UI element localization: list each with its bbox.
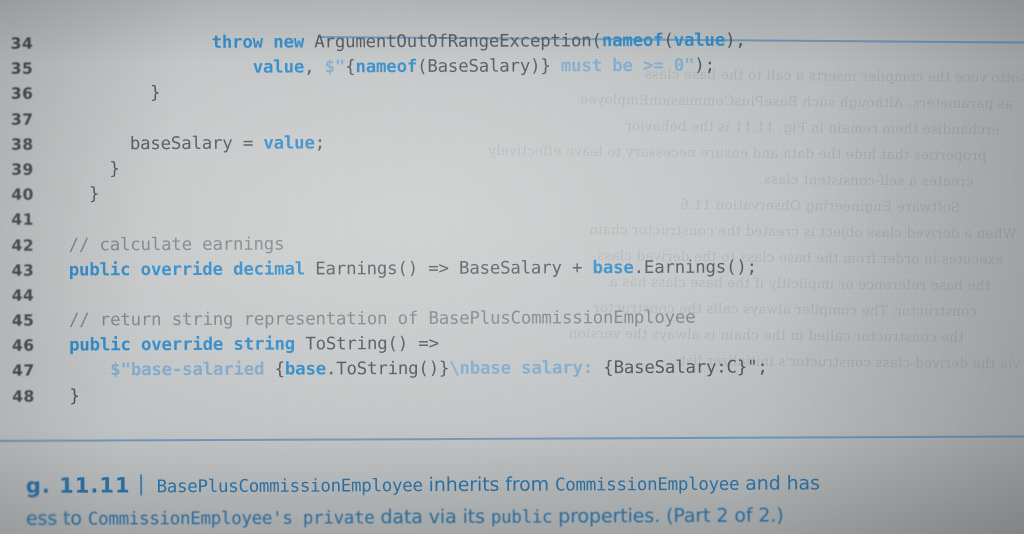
code-token-plain: }: [109, 159, 120, 180]
code-token-plain: }: [69, 386, 80, 407]
caption-class-name-2: CommissionEmployee: [554, 474, 740, 496]
code-token-plain: baseSalary =: [129, 133, 264, 154]
code-token-str: $": [324, 57, 346, 78]
code-line-number: 39: [11, 160, 34, 179]
code-token-plain: (BaseSalary)}: [417, 56, 561, 78]
caption-text-4: data via its: [374, 505, 491, 529]
code-line-number: 48: [12, 387, 35, 406]
caption-text-3: ess to: [25, 507, 88, 530]
code-token-plain: (: [663, 30, 674, 51]
code-token-str: must be >= 0": [560, 55, 695, 77]
code-token-plain: .ToString()}: [325, 359, 450, 380]
code-line-content: baseSalary = value;: [48, 133, 325, 154]
code-line-number: 44: [11, 286, 35, 305]
code-line-number: 46: [11, 336, 35, 355]
caption-keyword-public: public: [490, 507, 553, 528]
code-token-kw: public override string: [69, 334, 306, 356]
code-token-kw: value: [252, 57, 305, 78]
code-token-plain: {: [345, 57, 356, 78]
code-line-number: 40: [11, 185, 34, 204]
code-token-plain: ;: [314, 133, 326, 154]
code-token-cmt: // return string representation of BaseP…: [68, 307, 696, 331]
code-line-content: throw new ArgumentOutOfRangeException(na…: [47, 30, 746, 54]
code-line-number: 47: [12, 362, 35, 381]
code-token-plain: ToString() =>: [305, 334, 439, 355]
code-token-str: $"base-salaried: [110, 360, 275, 381]
code-listing: 34 throw new ArgumentOutOfRangeException…: [0, 29, 1024, 411]
code-token-plain: Earnings() => BaseSalary +: [315, 257, 593, 280]
code-token-str: \nbase salary:: [449, 358, 604, 380]
code-line-content: }: [47, 83, 160, 103]
code-line-number: 45: [11, 311, 35, 330]
code-line-number: 38: [11, 135, 34, 154]
code-line-number: 43: [11, 261, 35, 280]
code-line-content: // calculate earnings: [48, 234, 285, 255]
code-line-content: public override decimal Earnings() => Ba…: [48, 257, 757, 280]
caption-class-name-3: CommissionEmployee's private: [87, 508, 375, 530]
code-token-plain: ),: [725, 30, 746, 51]
code-line-content: value, $"{nameof(BaseSalary)} must be >=…: [47, 56, 715, 79]
figure-caption: g. 11.11 BasePlusCommissionEmployee inher…: [0, 447, 1024, 529]
code-token-plain: ArgumentOutOfRangeException(: [314, 31, 602, 53]
code-line-content: // return string representation of BaseP…: [48, 307, 696, 331]
code-line-number: 37: [10, 110, 34, 129]
code-line-content: public override string ToString() =>: [48, 334, 439, 356]
caption-divider-bar: [140, 474, 143, 496]
code-token-kw: throw new: [211, 32, 315, 53]
code-token-plain: );: [694, 55, 715, 76]
listing-bottom-rule: [0, 435, 1024, 442]
code-line: 48 }: [1, 382, 1024, 412]
code-token-kw: nameof: [355, 57, 418, 78]
caption-text-5: properties. (Part 2 of 2.): [552, 504, 784, 528]
code-token-kw: value: [263, 133, 315, 154]
caption-class-name-1: BasePlusCommissionEmployee: [156, 476, 423, 498]
code-line-number: 36: [10, 85, 34, 104]
caption-text-2: and has: [739, 472, 820, 495]
code-token-kw: public override decimal: [68, 259, 316, 281]
code-token-plain: }: [88, 184, 100, 205]
code-line-number: 42: [11, 236, 35, 255]
code-token-kw: nameof: [601, 30, 664, 52]
code-token-plain: {: [274, 359, 285, 381]
code-token-plain: ;: [757, 357, 768, 378]
caption-line-1: g. 11.11 BasePlusCommissionEmployee inher…: [0, 447, 1024, 497]
code-line-content: }: [48, 184, 99, 204]
code-token-cmt: // calculate earnings: [68, 234, 285, 255]
code-line-number: 34: [10, 34, 34, 53]
code-token-kw: base: [592, 257, 634, 278]
code-token-plain: .Earnings();: [633, 257, 757, 278]
code-token-plain: }: [150, 83, 161, 104]
caption-text-1: inherits from: [422, 473, 556, 497]
code-line-content: }: [49, 386, 80, 407]
code-token-plain: {BaseSalary:C}": [603, 357, 758, 379]
code-line-number: 35: [10, 59, 34, 78]
code-line-number: 41: [11, 210, 35, 230]
code-token-plain: ,: [304, 57, 325, 78]
code-line-content: }: [48, 159, 120, 180]
figure-number: g. 11.11: [25, 473, 131, 498]
code-token-kw: base: [284, 359, 327, 380]
book-page-photo: sotto voce the compiler inserts a call t…: [0, 0, 1024, 534]
code-token-kw: value: [673, 30, 726, 51]
code-line-content: $"base-salaried {base.ToString()}\nbase …: [49, 357, 768, 381]
